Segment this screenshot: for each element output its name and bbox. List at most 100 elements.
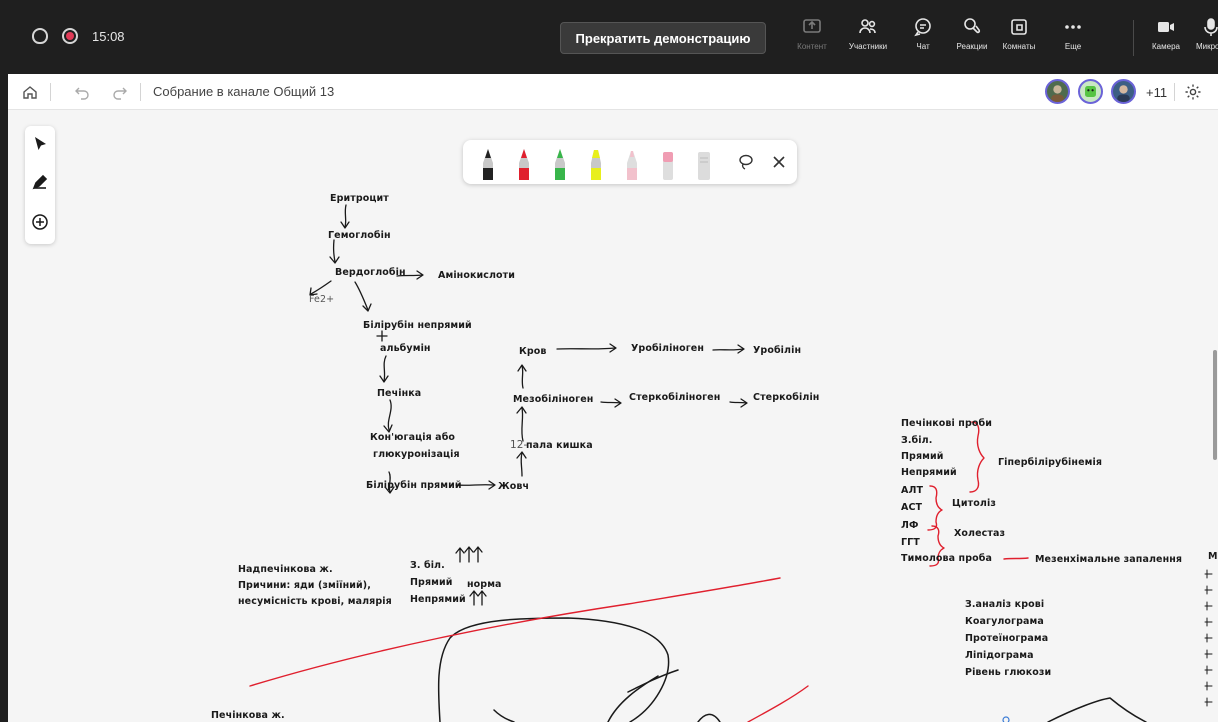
avatar[interactable]: [1078, 79, 1103, 104]
whiteboard-header: Собрание в канале Общий 13 +11: [8, 74, 1218, 110]
header-divider: [140, 83, 141, 101]
close-icon[interactable]: [771, 154, 787, 170]
edge-scribbles: [1204, 569, 1213, 707]
hand-icon: [964, 18, 981, 34]
more-button[interactable]: Еще: [1048, 16, 1098, 64]
shield-icon: [32, 28, 48, 44]
select-arrow-icon[interactable]: [30, 134, 50, 154]
red-pen-icon[interactable]: [515, 146, 533, 180]
camera-icon: [1158, 22, 1174, 32]
note-amino-acids: Амінокислоти: [438, 270, 516, 281]
vertical-scrollbar[interactable]: [1213, 350, 1217, 460]
participants-label: Участники: [848, 42, 888, 51]
pink-pen-icon[interactable]: [623, 146, 641, 180]
cursor-icon: [1002, 716, 1010, 722]
rooms-label: Комнаты: [1002, 42, 1036, 51]
note-edge-letter: М: [1208, 551, 1218, 562]
note-albumin: альбумін: [380, 343, 431, 354]
chat-label: Чат: [916, 42, 930, 51]
header-divider: [50, 83, 51, 101]
gear-icon[interactable]: [1184, 83, 1202, 101]
note-duodenum-number: 12-: [510, 439, 528, 451]
camera-button[interactable]: Камера: [1141, 16, 1191, 64]
arrow-bile-duodenum: [516, 451, 527, 477]
note-erythrocyte: Еритроцит: [330, 193, 389, 204]
header-divider: [1174, 83, 1175, 101]
chat-icon: [914, 18, 931, 37]
rooms-button[interactable]: Комнаты: [994, 16, 1044, 64]
note-hepatic-jaundice: Печінкова ж.: [211, 710, 285, 721]
meeting-top-bar: 15:08 Прекратить демонстрацию Контент Уч…: [0, 0, 1218, 74]
arrow-erythrocyte-hemoglobin: [340, 204, 350, 229]
note-lipidogram: Лiпiдограма: [965, 650, 1034, 661]
note-prehepatic-jaundice: Надпечінкова ж.: [238, 564, 333, 575]
content-label: Контент: [797, 42, 827, 51]
arrows-up-indirect: [469, 590, 487, 606]
person-icon: [1117, 85, 1130, 102]
note-conjugation-1: Кон'югація або: [370, 432, 456, 443]
reactions-button[interactable]: Реакции: [947, 16, 997, 64]
mic-icon: [1204, 18, 1218, 36]
note-cholestasis: Холестаз: [954, 528, 1006, 539]
note-proteinogram: Протеїнограма: [965, 633, 1049, 644]
meeting-time: 15:08: [92, 28, 125, 44]
yellow-highlighter-icon[interactable]: [587, 146, 605, 180]
rooms-icon: [1011, 19, 1027, 35]
arrow-albumin-liver: [379, 355, 389, 383]
avatar[interactable]: [1045, 79, 1070, 104]
note-urobilinogen: Уробіліноген: [631, 343, 705, 354]
content-button[interactable]: Контент: [787, 16, 837, 64]
participants-button[interactable]: Участники: [843, 16, 893, 64]
note-alp: ЛФ: [901, 520, 919, 531]
whiteboard-title: Собрание в канале Общий 13: [153, 84, 335, 99]
arrow-meso-sterco: [600, 398, 622, 408]
eraser-icon[interactable]: [695, 146, 713, 180]
dash-thymol: [1003, 557, 1029, 560]
note-alt: АЛТ: [901, 485, 924, 496]
note-verdoglobin: Вердоглобін: [335, 267, 406, 278]
arrow-liver-conjugation: [383, 399, 393, 433]
extra-participants-count[interactable]: +11: [1146, 85, 1167, 100]
lasso-icon[interactable]: [737, 153, 755, 171]
whiteboard-canvas[interactable]: Еритроцит Гемоглобін Вердоглобін Аміноки…: [8, 110, 1218, 722]
add-icon[interactable]: [30, 212, 50, 232]
person-icon: [1051, 85, 1064, 102]
arrow-hemoglobin-verdoglobin: [329, 239, 340, 264]
redo-icon[interactable]: [112, 84, 128, 100]
share-screen-icon: [803, 19, 821, 33]
note-fe: Fe2+: [309, 294, 335, 305]
note-stercobilinogen: Стеркобіліноген: [629, 392, 721, 403]
meeting-status: 15:08: [32, 28, 125, 44]
pen-icon[interactable]: [30, 172, 50, 192]
black-pen-icon[interactable]: [479, 146, 497, 180]
arrow-blood-urobilinogen: [556, 343, 617, 353]
note-bile: Жовч: [498, 481, 530, 492]
person-icon: [1085, 86, 1096, 97]
note-causes-1: Причини: яди (зміїний),: [238, 580, 371, 591]
undo-icon[interactable]: [74, 84, 90, 100]
arrow-duodenum-mesobilinogen: [516, 406, 527, 442]
green-pen-icon[interactable]: [551, 146, 569, 180]
note-table-norm: норма: [467, 579, 502, 590]
tool-rail: [25, 126, 55, 244]
red-line-upper: [249, 577, 781, 687]
note-blood-test: З.аналіз крові: [965, 599, 1045, 610]
note-direct: Прямий: [901, 451, 944, 462]
mic-button[interactable]: Микроф: [1186, 16, 1218, 64]
reactions-label: Реакции: [956, 42, 988, 51]
chat-button[interactable]: Чат: [898, 16, 948, 64]
avatar[interactable]: [1111, 79, 1136, 104]
arrows-up-total: [455, 546, 483, 563]
arrow-verdoglobin-fe: [309, 280, 332, 296]
note-liver: Печінка: [377, 388, 422, 399]
note-thymol-test: Тимолова проба: [901, 553, 992, 564]
pink-highlighter-icon[interactable]: [659, 146, 677, 180]
home-icon[interactable]: [22, 84, 38, 100]
stop-sharing-button[interactable]: Прекратить демонстрацию: [560, 22, 766, 54]
note-ast: АСТ: [901, 502, 923, 513]
note-table-total-bilirubin: З. біл.: [410, 560, 445, 571]
note-conjugation-2: глюкуронізація: [373, 449, 460, 460]
arrow-verdoglobin-bilirubin: [354, 281, 372, 312]
people-icon: [859, 19, 876, 34]
note-urobilin: Уробілін: [753, 345, 802, 356]
